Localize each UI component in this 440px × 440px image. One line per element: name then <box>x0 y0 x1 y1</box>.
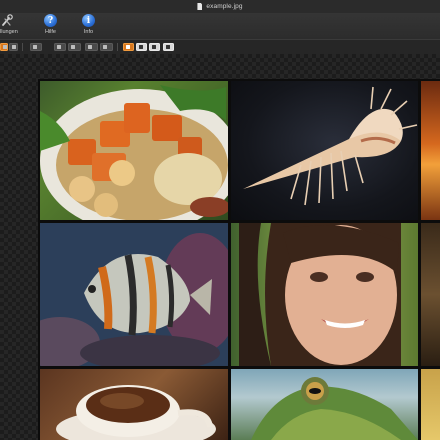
list-icon <box>166 45 170 49</box>
image-tile-frog[interactable] <box>231 369 418 440</box>
separator <box>22 43 23 51</box>
info-label: Info <box>83 29 94 35</box>
title-bar: example.jpg <box>0 0 440 14</box>
settings-label: ellungen <box>0 29 18 35</box>
settings-button[interactable]: ellungen <box>0 14 18 35</box>
fit-button[interactable] <box>68 43 81 51</box>
question-mark-icon: ? <box>44 14 57 27</box>
list-button[interactable] <box>163 43 174 51</box>
image-tile-fire[interactable] <box>421 81 440 220</box>
image-tile-seashell[interactable] <box>231 81 418 220</box>
separator <box>117 43 118 51</box>
minus-icon <box>57 45 61 49</box>
rotate-right-icon <box>103 45 107 49</box>
rotate-right-button[interactable] <box>100 43 113 51</box>
help-button[interactable]: ? Hilfe <box>44 14 57 35</box>
view-mode-button-2[interactable] <box>9 43 18 51</box>
image-tile-tropical-fish[interactable] <box>40 223 228 366</box>
image-tile-coffee[interactable] <box>40 369 228 440</box>
image-canvas[interactable] <box>0 54 440 440</box>
square-icon <box>3 45 7 49</box>
wrench-screwdriver-icon <box>0 14 14 27</box>
rotate-left-button[interactable] <box>85 43 98 51</box>
document-icon <box>197 3 203 10</box>
image-tile-partial[interactable] <box>421 369 440 440</box>
frame-toggle-button[interactable] <box>123 43 134 51</box>
plus-icon <box>139 45 143 49</box>
window-title: example.jpg <box>206 3 243 10</box>
help-label: Hilfe <box>44 29 56 35</box>
plus-button[interactable] <box>136 43 147 51</box>
minus-button[interactable] <box>54 43 66 51</box>
image-grid <box>38 79 440 440</box>
square-icon <box>12 45 16 49</box>
image-tile-partial[interactable] <box>421 223 440 366</box>
grid-icon <box>152 45 156 49</box>
zoom-button[interactable] <box>30 43 42 51</box>
info-icon: i <box>82 14 95 27</box>
view-controls-bar <box>0 39 440 55</box>
frame-icon <box>126 45 130 49</box>
grid-button[interactable] <box>149 43 160 51</box>
image-tile-portrait[interactable] <box>231 223 418 366</box>
image-tile-food[interactable] <box>40 81 228 220</box>
frame-icon <box>33 45 37 49</box>
rotate-left-icon <box>88 45 92 49</box>
view-mode-button-1[interactable] <box>0 43 8 51</box>
toolbar: ellungen ? Hilfe i Info <box>0 13 440 39</box>
fit-icon <box>71 45 75 49</box>
info-button[interactable]: i Info <box>82 14 95 35</box>
